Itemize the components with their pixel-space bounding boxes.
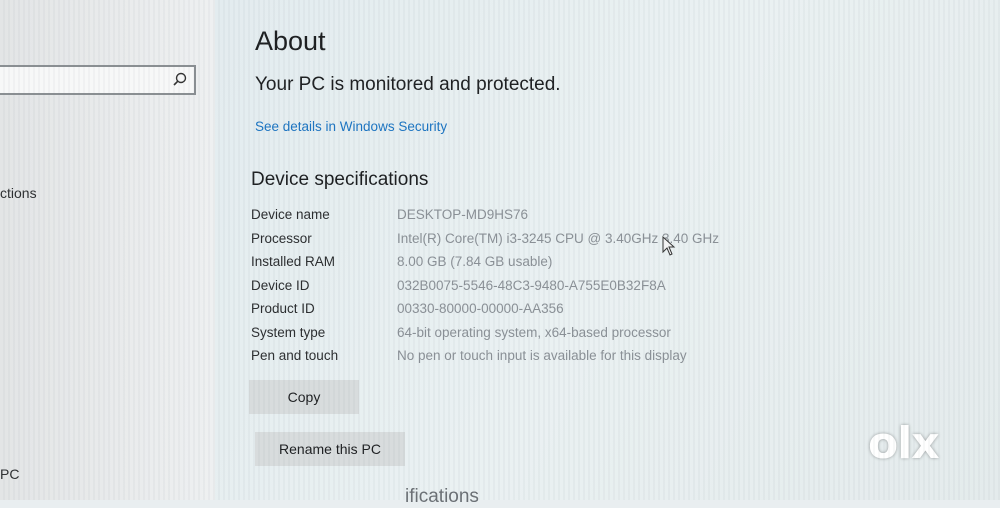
spec-row-device-name: Device name DESKTOP-MD9HS76 (251, 207, 719, 231)
device-specifications-table: Device name DESKTOP-MD9HS76 Processor In… (251, 207, 719, 372)
page-title: About (255, 26, 326, 56)
spec-row-pen-and-touch: Pen and touch No pen or touch input is a… (251, 348, 719, 372)
device-specifications-heading: Device specifications (251, 169, 429, 190)
spec-label: Device name (251, 207, 330, 222)
spec-label: Device ID (251, 277, 310, 293)
protection-status-text: Your PC is monitored and protected. (255, 74, 561, 95)
mouse-pointer-icon (662, 236, 676, 256)
sidebar-item-partial-1[interactable]: ctions (0, 185, 37, 201)
spec-label: System type (251, 324, 326, 340)
spec-value: DESKTOP-MD9HS76 (397, 207, 529, 222)
spec-row-device-id: Device ID 032B0075-5546-48C3-9480-A755E0… (251, 278, 719, 302)
copy-button[interactable]: Copy (249, 380, 359, 414)
search-input[interactable] (0, 65, 196, 95)
spec-value: 64-bit operating system, x64-based proce… (397, 324, 671, 340)
spec-row-processor: Processor Intel(R) Core(TM) i3-3245 CPU … (251, 231, 719, 255)
spec-value: 8.00 GB (7.84 GB usable) (397, 254, 553, 269)
search-icon (173, 72, 187, 86)
windows-security-link[interactable]: See details in Windows Security (255, 119, 447, 134)
sidebar-item-partial-2[interactable]: PC (0, 466, 19, 482)
spec-value: No pen or touch input is available for t… (397, 348, 687, 363)
spec-label: Installed RAM (251, 254, 336, 269)
spec-row-installed-ram: Installed RAM 8.00 GB (7.84 GB usable) (251, 254, 719, 278)
spec-row-system-type: System type 64-bit operating system, x64… (251, 325, 719, 349)
partial-section-heading: ifications (405, 486, 479, 507)
spec-row-product-id: Product ID 00330-80000-00000-AA356 (251, 301, 719, 325)
spec-value: 032B0075-5546-48C3-9480-A755E0B32F8A (397, 277, 666, 293)
spec-label: Pen and touch (251, 348, 339, 363)
olx-watermark-logo: olx (868, 418, 940, 469)
sidebar: ctions PC (0, 0, 216, 500)
spec-value: 00330-80000-00000-AA356 (397, 301, 564, 316)
rename-pc-button[interactable]: Rename this PC (255, 432, 405, 466)
spec-label: Processor (251, 230, 312, 246)
spec-label: Product ID (251, 301, 315, 316)
